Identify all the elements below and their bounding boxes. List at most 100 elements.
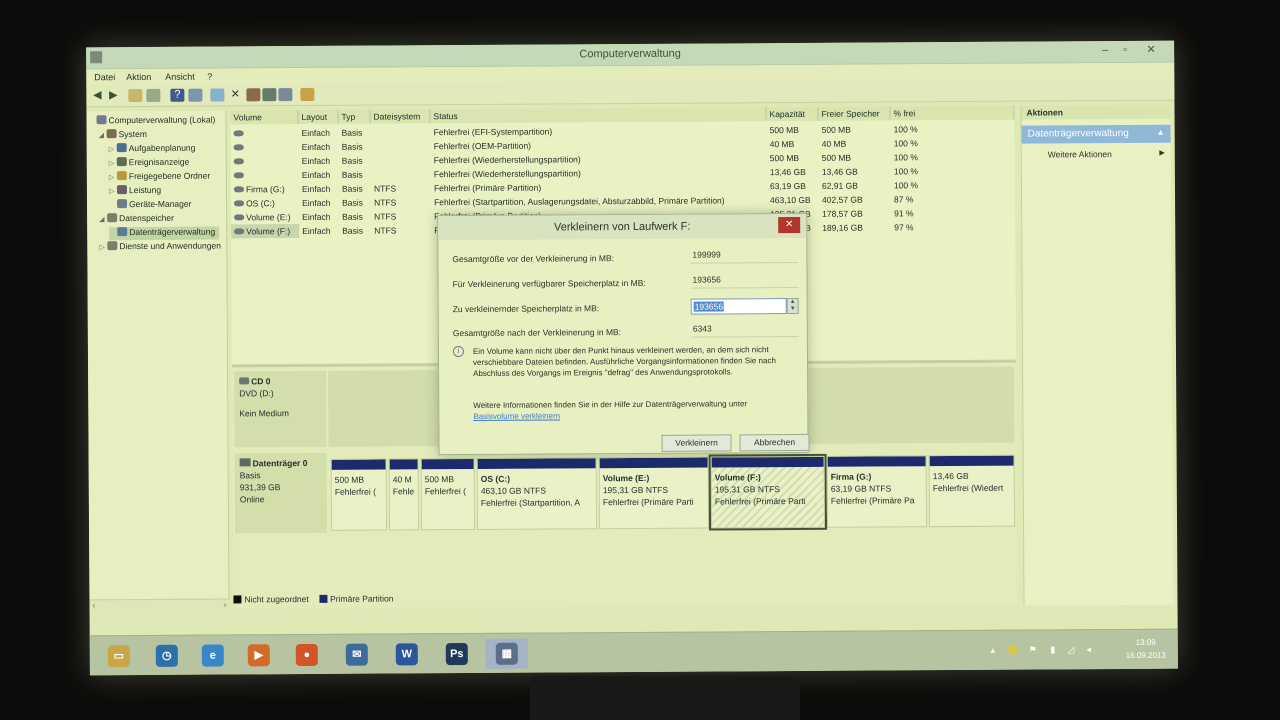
tree-item[interactable]: ▷ Freigegebene Ordner (109, 171, 210, 185)
actions-section-disk-management[interactable]: Datenträgerverwaltung ▲ (1021, 124, 1171, 144)
view-icon[interactable] (210, 88, 225, 102)
tray-flag-icon[interactable]: ⚑ (1028, 645, 1038, 655)
close-button[interactable]: ✕ (1142, 43, 1160, 57)
tree-item[interactable]: Computerverwaltung (Lokal) (89, 115, 216, 129)
expander-icon[interactable]: ▷ (109, 187, 117, 195)
taskbar-app-internet-explorer[interactable]: e (192, 640, 234, 670)
up-folder-icon[interactable] (128, 88, 143, 103)
expander-icon[interactable]: ▷ (109, 173, 117, 181)
photoshop-icon: Ps (445, 643, 468, 666)
paste-icon[interactable] (278, 88, 293, 102)
taskbar-app-photoshop[interactable]: Ps (436, 639, 478, 669)
menu-help[interactable]: ? (207, 72, 212, 82)
copy-icon[interactable] (262, 88, 277, 102)
shrink-button[interactable]: Verkleinern (661, 434, 732, 452)
shrink-amount-input[interactable]: 193656 (690, 298, 787, 315)
help-link[interactable]: Basisvolume verkleinern (473, 411, 560, 421)
disk0-label[interactable]: Datenträger 0 Basis 931,39 GB Online (234, 452, 328, 534)
column-header[interactable]: % frei (890, 105, 1015, 121)
tray-notification-icon[interactable] (1007, 644, 1018, 655)
cell-text: Fehlerfrei (Wiederherstellungspartition) (433, 154, 581, 166)
column-header[interactable]: Status (430, 107, 767, 124)
column-header[interactable]: Typ (338, 109, 371, 124)
tree-item[interactable]: Datenträgerverwaltung (109, 226, 220, 241)
column-header[interactable]: Freier Speicher (818, 106, 891, 121)
taskbar-clock[interactable]: 13:09 16.09.2013 (1126, 636, 1166, 662)
scroll-right-icon[interactable]: › (223, 599, 226, 609)
column-header[interactable]: Kapazität (766, 106, 819, 122)
dialog-close-button[interactable]: ✕ (778, 216, 801, 234)
disk-properties-icon[interactable] (300, 87, 315, 102)
menu-ansicht[interactable]: Ansicht (165, 72, 195, 82)
tree-item-label: Datenspeicher (119, 212, 174, 224)
cell-text: 100 % (893, 152, 918, 163)
tree-item[interactable]: Geräte-Manager (109, 199, 191, 213)
table-cell: 91 % (891, 206, 1015, 221)
cell-text: Basis (342, 225, 364, 236)
tree-scrollbar[interactable]: ‹ › (89, 598, 230, 612)
partition-block[interactable]: OS (C:) 463,10 GB NTFS Fehlerfrei (Startpa… (476, 457, 598, 530)
partition-block[interactable]: Volume (F:) 195,31 GB NTFS Fehlerfrei (Pri… (708, 453, 828, 531)
cell-text: NTFS (374, 225, 397, 236)
back-arrow-icon[interactable]: ◀ (90, 89, 104, 102)
partition-block[interactable]: 500 MB Fehlerfrei ( (330, 458, 388, 531)
partition-block[interactable]: 40 M Fehle (388, 458, 420, 531)
tree-item-label: Aufgabenplanung (128, 142, 196, 154)
tree-item[interactable]: ◢ Datenspeicher (99, 213, 174, 226)
taskbar-app-file-explorer[interactable]: ▭ (98, 641, 140, 671)
tray-volume-icon[interactable]: ◂ (1084, 644, 1094, 654)
expander-icon[interactable]: ▷ (109, 159, 117, 167)
tray-network-icon[interactable]: ◿ (1066, 644, 1076, 654)
table-cell: 100 % (891, 150, 1015, 165)
taskbar-app-clock-app[interactable]: ◷ (146, 641, 188, 671)
cell-text: 500 MB (769, 124, 799, 136)
connect-icon[interactable] (246, 88, 261, 102)
taskbar-app-thunderbird[interactable]: ✉ (336, 640, 378, 670)
shrink-amount-spinner[interactable]: ▲ ▼ (786, 297, 799, 315)
maximize-button[interactable]: ▫ (1116, 43, 1134, 57)
taskbar-app-firefox[interactable]: ● (286, 640, 328, 670)
cell-text: Basis (341, 141, 363, 152)
actions-section-label: Datenträgerverwaltung (1027, 127, 1129, 140)
minimize-button[interactable]: – (1096, 43, 1114, 57)
table-cell: OS (C:) (231, 196, 299, 210)
show-hide-tree-icon[interactable] (146, 88, 161, 102)
cell-text: 13,46 GB (821, 166, 858, 177)
cell-text: Basis (341, 169, 363, 180)
expander-icon[interactable]: ▷ (109, 145, 117, 153)
taskbar-app-computer-management[interactable]: ▦ (485, 638, 528, 669)
cd-type: DVD (D:) (239, 388, 274, 399)
tree-item[interactable]: ▷ Ereignisanzeige (109, 157, 190, 170)
menu-aktion[interactable]: Aktion (126, 72, 151, 82)
column-header[interactable]: Volume (230, 110, 299, 125)
cancel-button[interactable]: Abbrechen (739, 433, 810, 452)
cell-text: Einfach (302, 225, 331, 237)
tree-item[interactable]: ▷ Aufgabenplanung (109, 143, 196, 157)
partition-block[interactable]: 500 MB Fehlerfrei ( (420, 457, 476, 531)
tree-item[interactable]: ◢ System (99, 129, 147, 142)
menu-datei[interactable]: Datei (94, 72, 115, 82)
expander-icon[interactable]: ▷ (99, 243, 107, 251)
column-header[interactable]: Layout (298, 109, 339, 125)
partition-block[interactable]: 13,46 GB Fehlerfrei (Wiedert (928, 454, 1016, 528)
expander-icon[interactable]: ◢ (99, 131, 107, 139)
partition-block[interactable]: Volume (E:) 195,31 GB NTFS Fehlerfrei (Pri… (598, 456, 710, 530)
forward-arrow-icon[interactable]: ▶ (106, 89, 120, 102)
tray-battery-icon[interactable]: ▮ (1048, 644, 1058, 654)
properties-icon[interactable] (188, 88, 203, 102)
taskbar-app-media-player[interactable]: ▶ (238, 640, 280, 670)
expander-icon[interactable]: ◢ (99, 215, 107, 223)
column-header[interactable]: Dateisystem (370, 109, 431, 124)
cell-text: Fehlerfrei (Startpartition, Auslagerungs… (434, 195, 725, 208)
taskbar-app-word[interactable]: W (386, 639, 428, 669)
scroll-left-icon[interactable]: ‹ (92, 600, 95, 610)
tray-overflow-icon[interactable]: ▴ (988, 645, 998, 655)
tree-item[interactable]: ▷ Leistung (109, 185, 161, 198)
partition-block[interactable]: Firma (G:) 63,19 GB NTFS Fehlerfrei (Primä… (826, 455, 928, 528)
delete-icon[interactable]: ✕ (228, 88, 242, 101)
more-actions-item[interactable]: Weitere Aktionen ▶ (1022, 143, 1171, 160)
cd-drive-label[interactable]: CD 0 DVD (D:) Kein Medium (234, 370, 327, 448)
partition-info: 13,46 GB Fehlerfrei (Wiedert (930, 466, 1014, 499)
help-icon[interactable]: ? (170, 88, 185, 102)
tree-item[interactable]: ▷ Dienste und Anwendungen (99, 241, 221, 255)
